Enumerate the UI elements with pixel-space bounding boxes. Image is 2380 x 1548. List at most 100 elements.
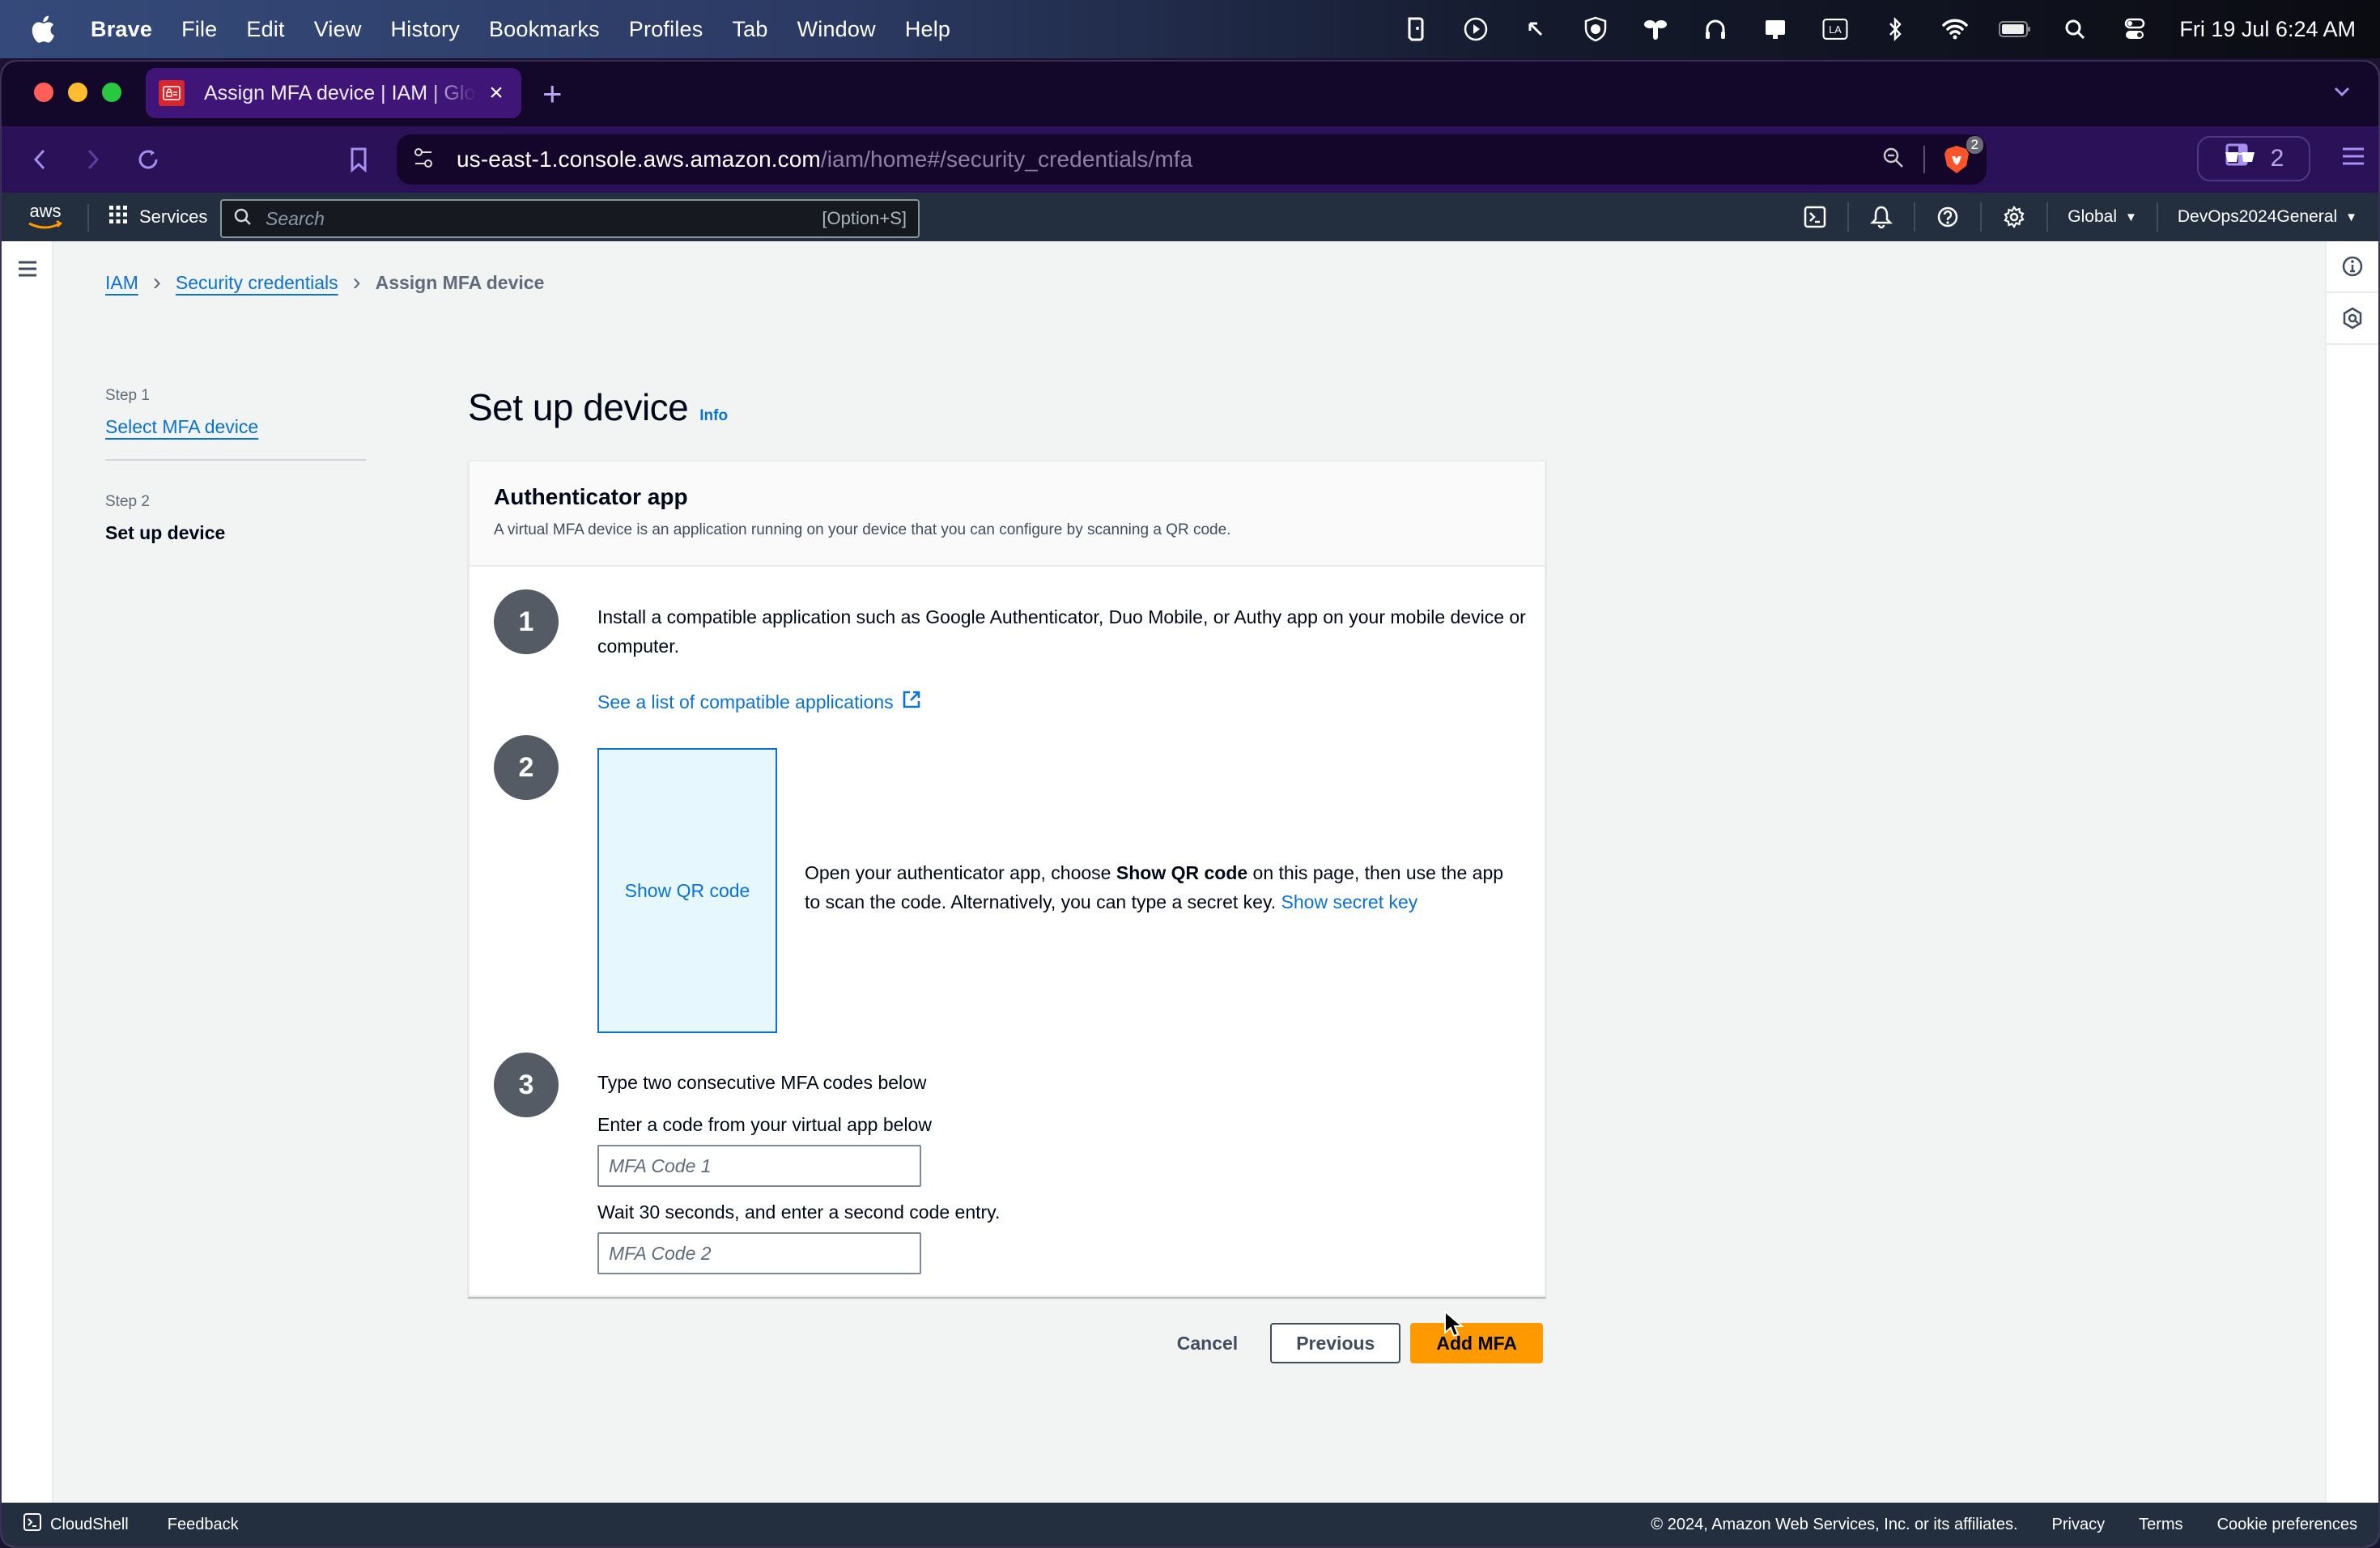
url-host: us-east-1.console.aws.amazon.com — [457, 147, 821, 172]
spotlight-search-icon[interactable] — [2045, 0, 2105, 58]
bee-icon[interactable] — [1626, 0, 1685, 58]
brave-shields-button[interactable]: 2 — [1943, 136, 1983, 175]
add-mfa-button[interactable]: Add MFA — [1410, 1323, 1543, 1363]
settings-gear-icon[interactable] — [1982, 193, 2046, 241]
menu-app-brave[interactable]: Brave — [91, 17, 152, 42]
show-secret-key-link[interactable]: Show secret key — [1281, 891, 1418, 912]
cloudshell-icon[interactable] — [1783, 193, 1847, 241]
amazon-q-icon[interactable] — [2327, 293, 2378, 345]
back-button[interactable] — [21, 141, 58, 178]
compatible-applications-link[interactable]: See a list of compatible applications — [597, 690, 921, 714]
control-center-icon[interactable] — [2105, 0, 2165, 58]
minimize-window-button[interactable] — [68, 83, 87, 102]
zoom-out-icon[interactable] — [1881, 146, 1906, 174]
services-menu-button[interactable]: Services — [108, 193, 207, 241]
terms-link[interactable]: Terms — [2139, 1516, 2182, 1534]
menu-bookmarks[interactable]: Bookmarks — [489, 17, 600, 42]
breadcrumb-iam[interactable]: IAM — [105, 272, 138, 294]
chevron-right-icon: › — [152, 269, 161, 296]
menu-help[interactable]: Help — [905, 17, 950, 42]
mfa-code-1-label: Enter a code from your virtual app below — [597, 1114, 932, 1135]
step-2-text-part: Open your authenticator app, choose — [805, 862, 1116, 883]
menu-window[interactable]: Window — [797, 17, 876, 42]
side-navigation-rail — [2, 241, 53, 1504]
menu-file[interactable]: File — [181, 17, 217, 42]
wifi-icon[interactable] — [1925, 0, 1985, 58]
menu-profiles[interactable]: Profiles — [629, 17, 703, 42]
reload-button[interactable] — [130, 141, 167, 178]
container-header: Authenticator app A virtual MFA device i… — [470, 461, 1545, 567]
shields-count-badge: 2 — [1966, 136, 1983, 154]
arrow-up-left-icon[interactable] — [1506, 0, 1566, 58]
console-page: IAM › Security credentials › Assign MFA … — [2, 241, 2378, 1504]
headphones-icon[interactable] — [1685, 0, 1745, 58]
step-3-badge: 3 — [494, 1053, 559, 1117]
info-link[interactable]: Info — [699, 407, 728, 425]
cookie-preferences-link[interactable]: Cookie preferences — [2217, 1516, 2357, 1534]
menu-edit[interactable]: Edit — [246, 17, 284, 42]
site-settings-icon[interactable] — [413, 147, 434, 173]
step-2-text-bold: Show QR code — [1116, 862, 1248, 883]
breadcrumb: IAM › Security credentials › Assign MFA … — [105, 269, 544, 296]
breadcrumb-security-credentials[interactable]: Security credentials — [176, 272, 338, 294]
menu-history[interactable]: History — [391, 17, 460, 42]
previous-button[interactable]: Previous — [1270, 1323, 1401, 1363]
region-label: Global — [2068, 207, 2117, 226]
open-side-navigation-icon[interactable] — [16, 259, 39, 283]
display-icon[interactable] — [1745, 0, 1805, 58]
bluetooth-icon[interactable] — [1865, 0, 1925, 58]
battery-icon[interactable] — [1985, 0, 2045, 58]
console-footer: CloudShell Feedback © 2024, Amazon Web S… — [2, 1503, 2378, 1546]
address-bar-separator — [1923, 146, 1925, 173]
forward-button[interactable] — [74, 141, 112, 178]
feedback-link[interactable]: Feedback — [168, 1516, 239, 1534]
browser-menu-icon[interactable] — [2340, 144, 2367, 172]
step-2-badge: 2 — [494, 735, 559, 800]
services-label: Services — [139, 206, 208, 227]
tab-search-chevron-icon[interactable] — [2330, 79, 2354, 108]
play-circle-icon[interactable] — [1446, 0, 1506, 58]
mfa-code-2-label: Wait 30 seconds, and enter a second code… — [597, 1201, 1001, 1223]
search-shortcut-hint: [Option+S] — [822, 208, 907, 228]
authenticator-app-container: Authenticator app A virtual MFA device i… — [468, 460, 1546, 1297]
address-bar[interactable]: us-east-1.console.aws.amazon.com/iam/hom… — [397, 134, 1987, 185]
browser-toolbar: us-east-1.console.aws.amazon.com/iam/hom… — [2, 126, 2378, 193]
menu-view[interactable]: View — [314, 17, 362, 42]
shield-vpn-icon[interactable] — [1566, 0, 1626, 58]
region-selector[interactable]: Global ▼ — [2048, 207, 2157, 227]
svg-text:aws: aws — [29, 201, 61, 221]
aws-search-input[interactable]: Search [Option+S] — [220, 199, 920, 238]
close-window-button[interactable] — [34, 83, 53, 102]
info-panel-button[interactable] — [2327, 241, 2378, 293]
cancel-button[interactable]: Cancel — [1154, 1323, 1260, 1363]
browser-tab-active[interactable]: Assign MFA device | IAM | Global × — [146, 68, 521, 118]
notifications-bell-icon[interactable] — [1849, 193, 1914, 241]
input-source-icon[interactable]: LA — [1805, 0, 1865, 58]
url-text[interactable]: us-east-1.console.aws.amazon.com/iam/hom… — [457, 147, 1192, 172]
menu-bar-clock[interactable]: Fri 19 Jul 6:24 AM — [2179, 17, 2356, 42]
mfa-code-2-input[interactable] — [597, 1232, 921, 1274]
menu-tab[interactable]: Tab — [732, 17, 767, 42]
new-tab-button[interactable]: + — [542, 74, 563, 113]
step-1-text: Install a compatible application such as… — [597, 606, 1526, 657]
step-number: Step 1 — [105, 387, 150, 404]
url-path: /iam/home#/security_credentials/mfa — [820, 147, 1193, 172]
zoom-window-button[interactable] — [102, 83, 121, 102]
privacy-link[interactable]: Privacy — [2052, 1516, 2106, 1534]
step-select-mfa-device-link[interactable]: Select MFA device — [105, 416, 258, 437]
close-tab-icon[interactable]: × — [484, 79, 508, 107]
apple-menu-icon[interactable] — [31, 15, 63, 44]
bookmark-icon[interactable] — [340, 141, 377, 178]
search-icon — [233, 207, 253, 231]
aws-logo[interactable]: aws — [24, 198, 66, 235]
private-windows-button[interactable]: 2 — [2197, 136, 2310, 181]
account-menu[interactable]: DevOps2024General ▼ — [2158, 207, 2357, 227]
mouse-pointer-icon — [1443, 1309, 1464, 1343]
container-description: A virtual MFA device is an application r… — [494, 521, 1231, 538]
password-manager-icon[interactable] — [1386, 0, 1446, 58]
help-icon[interactable] — [1915, 193, 1980, 241]
mfa-code-1-input[interactable] — [597, 1145, 921, 1187]
step-3-heading: Type two consecutive MFA codes below — [597, 1072, 927, 1093]
cloudshell-button[interactable]: CloudShell — [23, 1512, 129, 1537]
show-qr-code-button[interactable]: Show QR code — [597, 748, 777, 1033]
